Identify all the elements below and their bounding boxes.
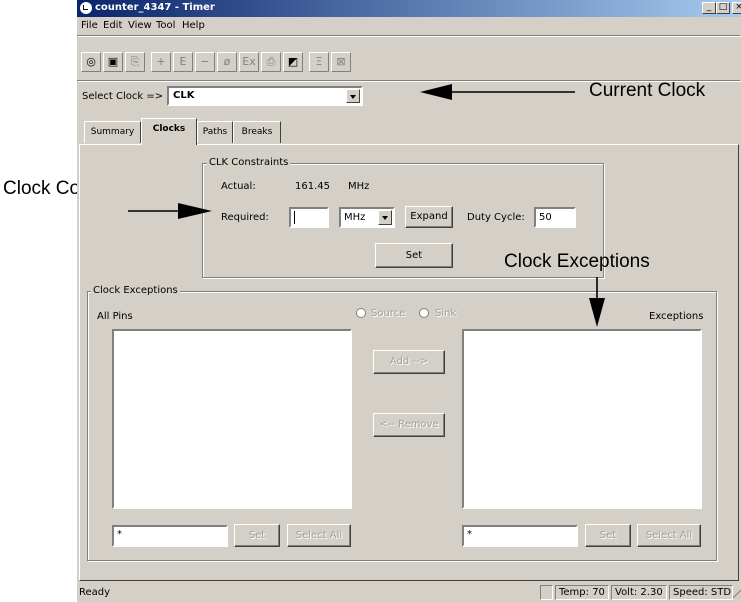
annotation-arrows	[128, 84, 605, 327]
tab-clocks[interactable]: Clocks	[141, 118, 197, 145]
arrow-current-clock	[420, 84, 575, 100]
arrow-clock-exceptions	[589, 277, 605, 327]
arrow-clock-constraints	[128, 203, 212, 219]
